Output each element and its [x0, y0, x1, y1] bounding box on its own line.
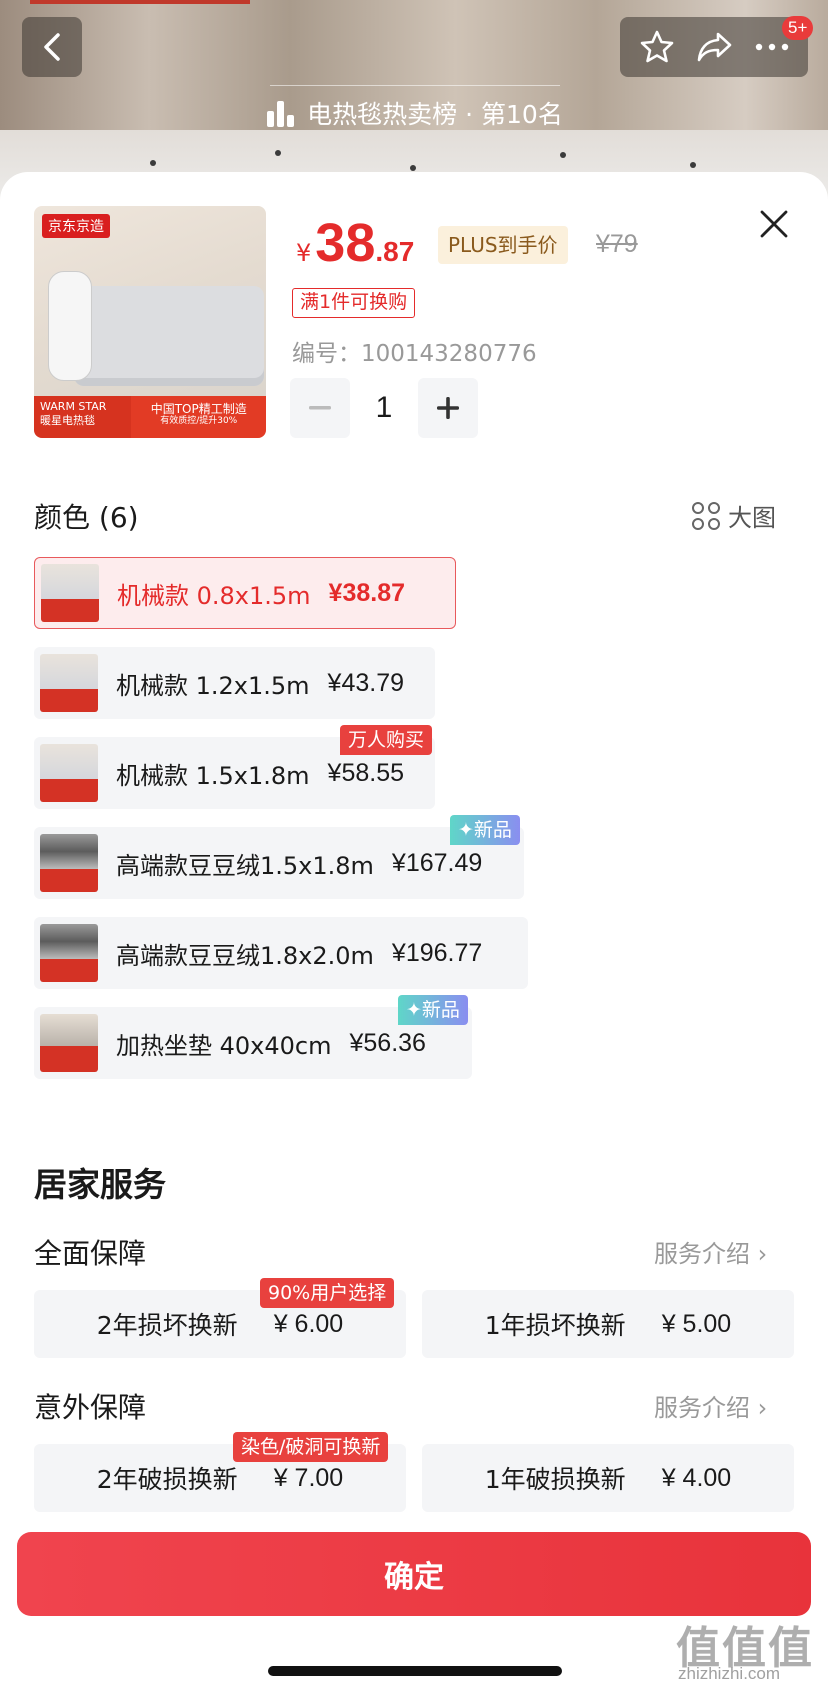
option-name: 高端款豆豆绒1.5x1.8m [116, 851, 374, 880]
option-price: ¥56.36 [349, 1028, 426, 1057]
big-image-label: 大图 [728, 504, 776, 532]
product-thumbnail[interactable]: 京东京造 WARM STAR 暖星电热毯 中国TOP精工制造 有效质控/提升30% [34, 206, 266, 438]
bar-chart-icon [267, 101, 295, 127]
banner-brand-en: WARM STAR [40, 400, 107, 413]
service-price: ¥ 5.00 [661, 1309, 732, 1338]
close-icon [760, 210, 788, 238]
service-name: 1年破损换新 [484, 1465, 626, 1494]
option-name: 机械款 0.8x1.5m [117, 581, 311, 610]
price-currency: ¥ [296, 239, 312, 267]
original-price: ¥79 [596, 230, 638, 258]
controller-image [48, 271, 92, 381]
plus-icon [437, 397, 459, 419]
option-name: 机械款 1.2x1.5m [116, 671, 310, 700]
ranking-banner[interactable]: 电热毯热卖榜 · 第10名 [0, 95, 828, 131]
share-icon[interactable] [696, 29, 734, 65]
promo-tag[interactable]: 满1件可换购 [292, 288, 416, 318]
popular-badge: 90%用户选择 [260, 1278, 395, 1308]
quantity-stepper: 1 [290, 378, 478, 438]
confirm-button[interactable]: 确定 [17, 1532, 811, 1616]
option-price: ¥43.79 [327, 668, 405, 697]
blanket-dot [690, 162, 696, 168]
option-price: ¥196.77 [391, 938, 483, 967]
color-section-title: 颜色 (6) [34, 501, 139, 534]
star-icon[interactable] [639, 29, 675, 65]
option-price: ¥58.55 [327, 758, 405, 787]
current-price: ¥ 38 .87 [296, 212, 414, 274]
top-action-group [620, 17, 808, 77]
option-thumbnail [40, 834, 98, 892]
color-option[interactable]: 机械款 0.8x1.5m ¥38.87 [34, 557, 456, 629]
option-price: ¥167.49 [391, 848, 483, 877]
option-name: 机械款 1.5x1.8m [116, 761, 310, 790]
home-service-title: 居家服务 [34, 1165, 166, 1204]
blanket-image [74, 286, 264, 386]
back-button[interactable] [22, 17, 82, 77]
increase-button[interactable] [418, 378, 478, 438]
more-icon[interactable] [755, 42, 789, 52]
option-thumbnail [40, 654, 98, 712]
minus-icon [309, 406, 331, 410]
blanket-dot [410, 165, 416, 171]
option-thumbnail [41, 564, 99, 622]
brand-logo: 京东京造 [42, 214, 110, 238]
blanket-dot [275, 150, 281, 156]
option-price: ¥38.87 [328, 578, 406, 607]
decrease-button[interactable] [290, 378, 350, 438]
service-feature-badge: 染色/破洞可换新 [233, 1432, 389, 1462]
sku-code: 编号：100143280776 [292, 341, 537, 367]
rank-divider [270, 85, 560, 86]
full-protection-title: 全面保障 [34, 1237, 147, 1270]
color-option[interactable]: 机械款 1.2x1.5m ¥43.79 [34, 647, 435, 719]
quantity-value[interactable]: 1 [350, 391, 418, 425]
watermark-url: zhizhizhi.com [678, 1664, 781, 1683]
service-intro-link[interactable]: 服务介绍 › [654, 1388, 767, 1423]
grid-view-icon [692, 501, 720, 530]
option-name: 高端款豆豆绒1.8x2.0m [116, 941, 374, 970]
big-image-toggle[interactable]: 大图 [692, 498, 776, 533]
chevron-left-icon [44, 33, 60, 61]
blanket-dot [560, 152, 566, 158]
option-name: 加热坐垫 40x40cm [116, 1031, 332, 1060]
service-price: ¥ 7.00 [273, 1463, 344, 1492]
service-name: 2年损坏换新 [96, 1311, 238, 1340]
service-intro-link[interactable]: 服务介绍 › [654, 1234, 767, 1269]
service-price: ¥ 4.00 [661, 1463, 732, 1492]
option-thumbnail [40, 744, 98, 802]
banner-slogan: 中国TOP精工制造 [150, 402, 247, 416]
new-badge: ✦新品 [398, 995, 468, 1025]
service-option[interactable]: 1年损坏换新 ¥ 5.00 [422, 1290, 794, 1358]
accident-protection-title: 意外保障 [34, 1391, 147, 1424]
home-indicator[interactable] [268, 1666, 562, 1676]
message-count-badge: 5+ [782, 16, 814, 40]
banner-brand-cn: 暖星电热毯 [40, 414, 95, 428]
hot-badge: 万人购买 [340, 725, 433, 755]
price-integer: 38 [315, 213, 376, 273]
color-option[interactable]: 高端款豆豆绒1.8x2.0m ¥196.77 [34, 917, 528, 989]
thumbnail-banner: WARM STAR 暖星电热毯 中国TOP精工制造 有效质控/提升30% [34, 396, 266, 438]
plus-price-tag: PLUS到手价 [438, 226, 568, 264]
blanket-dot [150, 160, 156, 166]
option-thumbnail [40, 1014, 98, 1072]
banner-subslogan: 有效质控/提升30% [160, 416, 238, 427]
service-name: 1年损坏换新 [484, 1311, 626, 1340]
service-price: ¥ 6.00 [273, 1309, 344, 1338]
option-thumbnail [40, 924, 98, 982]
service-name: 2年破损换新 [96, 1465, 238, 1494]
price-decimal: .87 [375, 236, 415, 267]
new-badge: ✦新品 [450, 815, 520, 845]
ranking-text: 电热毯热卖榜 · 第10名 [307, 100, 563, 129]
top-red-strip [30, 0, 250, 4]
close-button[interactable] [756, 206, 792, 242]
service-option[interactable]: 1年破损换新 ¥ 4.00 [422, 1444, 794, 1512]
